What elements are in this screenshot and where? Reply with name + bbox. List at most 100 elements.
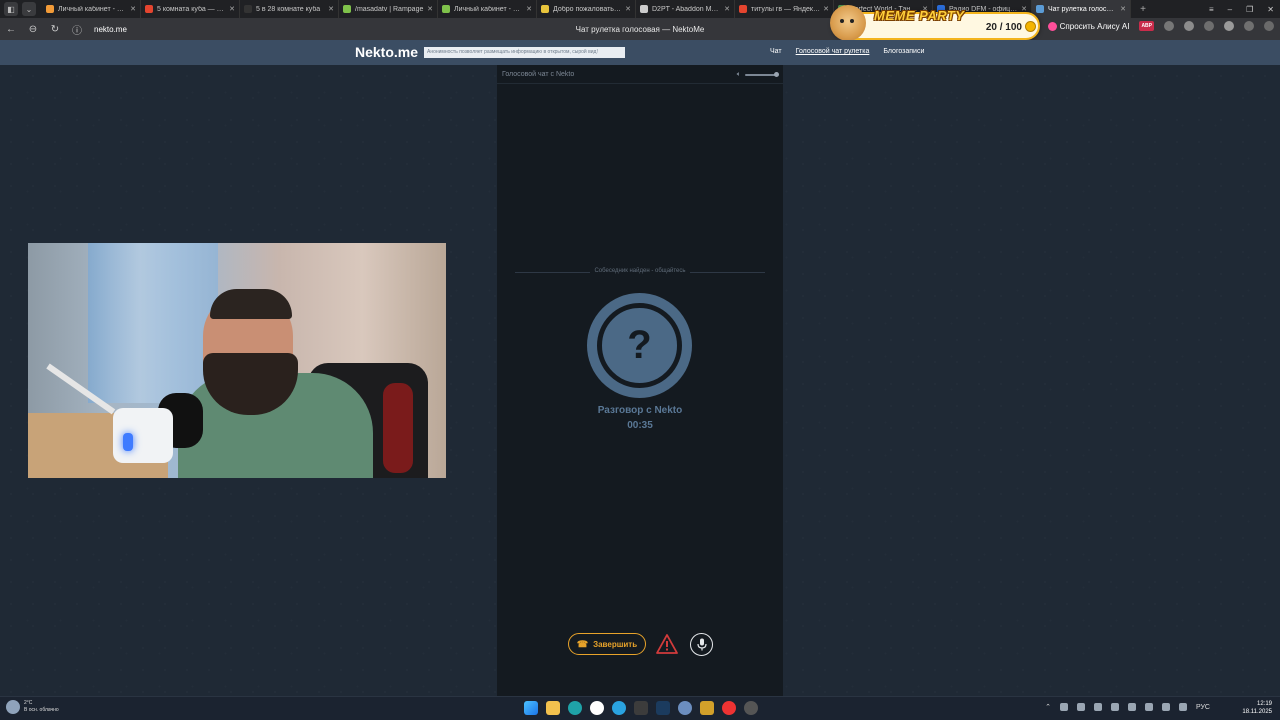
tray-app5-icon[interactable] [1127,703,1136,711]
tab-close-icon[interactable]: ✕ [823,5,829,13]
discord-icon[interactable] [722,701,736,715]
tray-app-icon[interactable] [1059,703,1068,711]
browser-tab[interactable]: Личный кабинет - Comet✕ [42,0,141,18]
chat-header-title: Голосовой чат с Nekto [502,70,575,78]
restore-button[interactable]: ❐ [1246,5,1253,14]
volume-control[interactable]: 🔈︎ [737,71,779,79]
conversation-timer: 00:35 [627,420,653,431]
site-logo[interactable]: Nekto.me [355,44,418,60]
tab-favicon-icon [541,5,549,13]
tab-label: Чат рулетка голосовая [1048,5,1118,13]
site-info-icon[interactable]: ⊖ [22,24,44,35]
tray-app3-icon[interactable] [1093,703,1102,711]
terminal-icon[interactable] [634,701,648,715]
puzzle-icon[interactable] [1204,21,1214,31]
webcam-feed [28,243,446,478]
reload-button[interactable]: ↻ [44,24,66,35]
yandex-browser-icon[interactable] [590,701,604,715]
end-call-button[interactable]: ☎ Завершить [568,633,646,655]
browser-tab[interactable]: Добро пожаловать xsein✕ [537,0,636,18]
telegram-icon[interactable] [612,701,626,715]
volume-knob[interactable] [774,72,779,77]
ask-alice-button[interactable]: Спросить Алису AI [1047,21,1130,31]
question-mark-icon: ? [597,303,682,388]
tab-close-icon[interactable]: ✕ [526,5,532,13]
clock[interactable]: 12:19 18.11.2025 [1242,700,1272,716]
address-bar: ← ⊖ ↻ ⓘ nekto.me Чат рулетка голосовая —… [0,18,1280,40]
tab-close-icon[interactable]: ✕ [427,5,433,13]
profile-icon[interactable] [1224,21,1234,31]
tray-app2-icon[interactable] [1076,703,1085,711]
tab-favicon-icon [442,5,450,13]
adblock-icon[interactable]: ABP [1139,21,1154,31]
volume-tray-icon[interactable] [1178,703,1187,711]
extension-icon[interactable] [1164,21,1174,31]
browser-tab[interactable]: /masadatv | Rampage ✕ [339,0,438,18]
meme-party-title: MEME PARTY [874,8,965,23]
game-icon[interactable] [700,701,714,715]
browser-tab[interactable]: Личный кабинет - Rampage✕ [438,0,537,18]
tab-list-chevron-icon[interactable]: ⌄ [22,2,36,16]
language-indicator[interactable]: РУС [1196,704,1210,711]
clock-date: 18.11.2025 [1242,709,1272,715]
browser-tab[interactable]: 5 в 28 комнате куба ✕ [240,0,339,18]
tab-label: титулы гв — Яндекс: нашлось [751,5,820,13]
browser-tab[interactable]: 5 комната куба — Яндекс✕ [141,0,240,18]
tab-label: D2PT - Abaddon Meta Items [652,5,722,13]
tab-label: Личный кабинет - Comet [58,5,127,13]
network-icon[interactable] [1161,703,1170,711]
steam-icon[interactable] [656,701,670,715]
tab-close-icon[interactable]: ✕ [229,5,235,13]
tab-close-icon[interactable]: ✕ [130,5,136,13]
tab-favicon-icon [343,5,351,13]
minimize-button[interactable]: – [1228,5,1232,14]
nav-blog-link[interactable]: Блогозаписи [883,48,924,55]
url-field[interactable]: nekto.me [94,25,127,34]
close-window-button[interactable]: ✕ [1267,5,1274,14]
coin-icon [1025,21,1036,32]
tab-close-icon[interactable]: ✕ [625,5,631,13]
tray-chevron-icon[interactable]: ⌃ [1045,703,1051,711]
partner-found-status: Собеседник найден - общайтесь [497,268,783,274]
back-button[interactable]: ← [0,24,22,35]
microphone-icon [696,638,707,650]
nav-chat-link[interactable]: Чат [770,48,782,55]
ask-alice-label: Спросить Алису AI [1059,21,1130,31]
browser-menu-icon[interactable]: ≡ [1209,5,1214,14]
browser-tab[interactable]: титулы гв — Яндекс: нашлось✕ [735,0,834,18]
clock-time: 12:19 [1256,701,1272,707]
tab-actions-icon[interactable]: ◧ [4,2,18,16]
tray-app4-icon[interactable] [1110,703,1119,711]
tab-favicon-icon [1036,5,1044,13]
weather-widget[interactable]: 2°C В осн. облачно [6,700,59,714]
volume-slider[interactable] [745,72,779,77]
phone-hangup-icon: ☎ [576,638,589,649]
microphone-button[interactable] [690,632,713,656]
partner-found-text: Собеседник найден - общайтесь [590,268,690,274]
toolbar-right: Спросить Алису AI ABP [1030,21,1274,31]
tab-close-icon[interactable]: ✕ [1120,5,1126,13]
browser-tab[interactable]: Чат рулетка голосовая ✕ [1032,0,1131,18]
telegram-tray-icon[interactable] [1144,703,1153,711]
vpn-icon[interactable] [1184,21,1194,31]
lock-icon[interactable]: ⓘ [66,22,88,37]
tab-close-icon[interactable]: ✕ [328,5,334,13]
file-explorer-icon[interactable] [546,701,560,715]
report-warning-icon[interactable] [654,632,680,656]
nav-voice-chat-link[interactable]: Голосовой чат рулетка [796,48,870,55]
new-tab-button[interactable]: + [1135,4,1151,15]
obs-icon[interactable] [744,701,758,715]
download-icon[interactable] [1264,21,1274,31]
screenshot-icon[interactable] [1244,21,1254,31]
app-icon[interactable] [678,701,692,715]
speaker-icon[interactable]: 🔈︎ [737,71,741,79]
tab-favicon-icon [145,5,153,13]
edge-icon[interactable] [568,701,582,715]
browser-tab[interactable]: D2PT - Abaddon Meta Items✕ [636,0,735,18]
end-call-label: Завершить [593,639,638,649]
conversation-title: Разговор с Nekto [597,405,683,416]
partner-avatar: ? [587,293,692,398]
tab-close-icon[interactable]: ✕ [724,5,730,13]
start-icon[interactable] [524,701,538,715]
doge-icon [830,5,866,41]
